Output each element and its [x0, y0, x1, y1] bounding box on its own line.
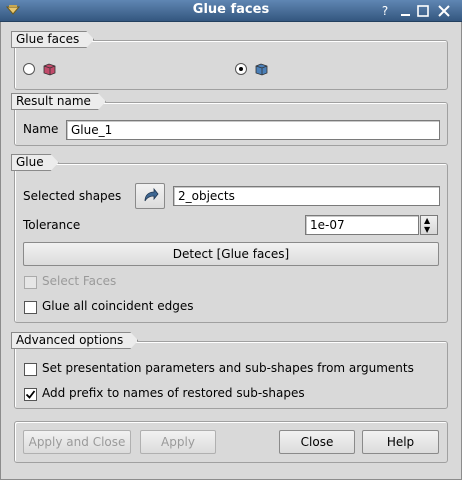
- set-presentation-checkbox[interactable]: [24, 363, 37, 376]
- minimize-icon[interactable]: [398, 3, 414, 19]
- footer-buttons-group: Apply and Close Apply Close Help: [14, 421, 448, 463]
- title-bar: Glue faces ?: [0, 0, 462, 22]
- detect-button[interactable]: Detect [Glue faces]: [23, 242, 439, 266]
- advanced-options-group: Advanced options Set presentation parame…: [14, 341, 448, 409]
- maximize-icon[interactable]: [415, 3, 431, 19]
- glue-edges-checkbox[interactable]: [24, 301, 37, 314]
- close-button[interactable]: Close: [279, 430, 355, 454]
- glue-by-list-radio[interactable]: [23, 63, 35, 75]
- apply-button[interactable]: Apply: [140, 430, 216, 454]
- tolerance-spinner[interactable]: ▲ ▼: [420, 215, 438, 235]
- apply-and-close-button[interactable]: Apply and Close: [23, 430, 131, 454]
- tolerance-input[interactable]: 1e-07: [305, 215, 419, 235]
- glue-edges-label: Glue all coincident edges: [42, 299, 194, 313]
- glue-faces-radio[interactable]: [235, 63, 247, 75]
- help-title-icon[interactable]: ?: [377, 3, 393, 19]
- selected-shapes-field[interactable]: 2_objects: [173, 186, 440, 206]
- select-faces-label: Select Faces: [42, 274, 117, 288]
- checkmark-icon: [25, 389, 36, 403]
- help-button[interactable]: Help: [362, 430, 439, 454]
- glue-group-title: Glue: [11, 154, 59, 171]
- glue-faces-icon: [253, 61, 269, 80]
- select-faces-checkbox[interactable]: [24, 276, 37, 289]
- name-label: Name: [23, 122, 59, 136]
- tolerance-label: Tolerance: [23, 218, 81, 232]
- result-name-group-title: Result name: [11, 93, 106, 110]
- advanced-options-group-title: Advanced options: [11, 332, 138, 349]
- glue-group: Glue Selected shapes 2_objects Tolerance…: [14, 163, 448, 323]
- glue-by-list-icon: [41, 61, 57, 80]
- result-name-group: Result name Name Glue_1: [14, 102, 448, 146]
- selected-shapes-label: Selected shapes: [23, 189, 122, 203]
- set-presentation-label: Set presentation parameters and sub-shap…: [42, 361, 414, 375]
- spin-down-icon[interactable]: ▼: [424, 226, 430, 234]
- radio-selected-dot: [239, 67, 243, 71]
- glue-faces-group-title: Glue faces: [11, 31, 94, 48]
- name-input[interactable]: Glue_1: [66, 120, 440, 140]
- selection-arrow-icon: [141, 187, 159, 208]
- glue-faces-group: Glue faces: [14, 40, 448, 90]
- add-prefix-checkbox[interactable]: [24, 388, 37, 401]
- close-window-icon[interactable]: [436, 3, 452, 19]
- add-prefix-label: Add prefix to names of restored sub-shap…: [42, 386, 305, 400]
- spin-up-icon[interactable]: ▲: [424, 217, 430, 225]
- select-shapes-button[interactable]: [135, 183, 165, 209]
